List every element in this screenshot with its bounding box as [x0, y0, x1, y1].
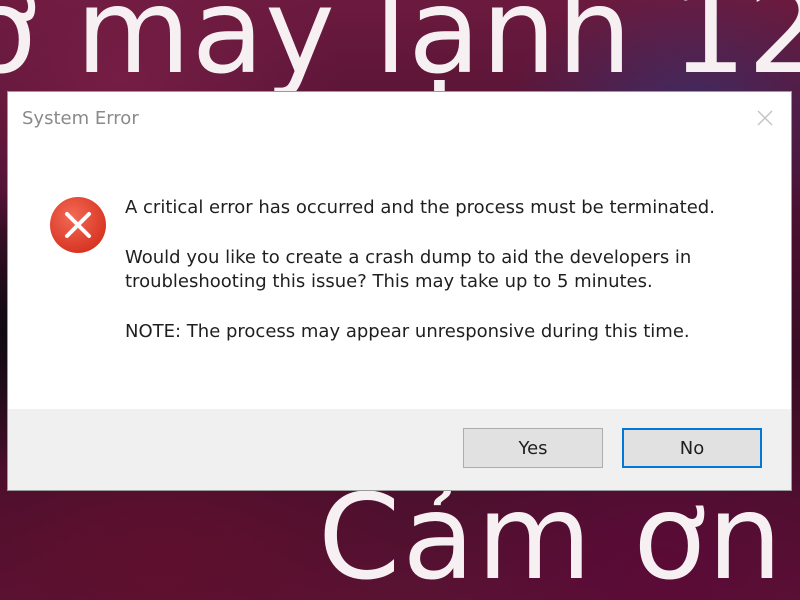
- close-icon: [757, 110, 773, 126]
- system-error-dialog: System Error A critical error has occurr…: [7, 91, 792, 491]
- error-message: A critical error has occurred and the pr…: [125, 196, 765, 370]
- dialog-title: System Error: [22, 108, 139, 129]
- no-button[interactable]: No: [622, 428, 762, 468]
- yes-button[interactable]: Yes: [463, 428, 603, 468]
- dialog-footer: Yes No: [8, 409, 791, 490]
- desktop-background: ơ máy lạnh 12 Cảm ơn System Error A crit…: [0, 0, 800, 600]
- error-icon: [50, 197, 106, 253]
- background-text-top: ơ máy lạnh 12: [0, 0, 800, 100]
- message-line-crash-dump: Would you like to create a crash dump to…: [125, 247, 692, 292]
- background-text-bottom: Cảm ơn: [318, 468, 785, 600]
- message-line-note: NOTE: The process may appear unresponsiv…: [125, 321, 690, 342]
- close-button[interactable]: [753, 106, 777, 130]
- message-line-critical: A critical error has occurred and the pr…: [125, 197, 715, 218]
